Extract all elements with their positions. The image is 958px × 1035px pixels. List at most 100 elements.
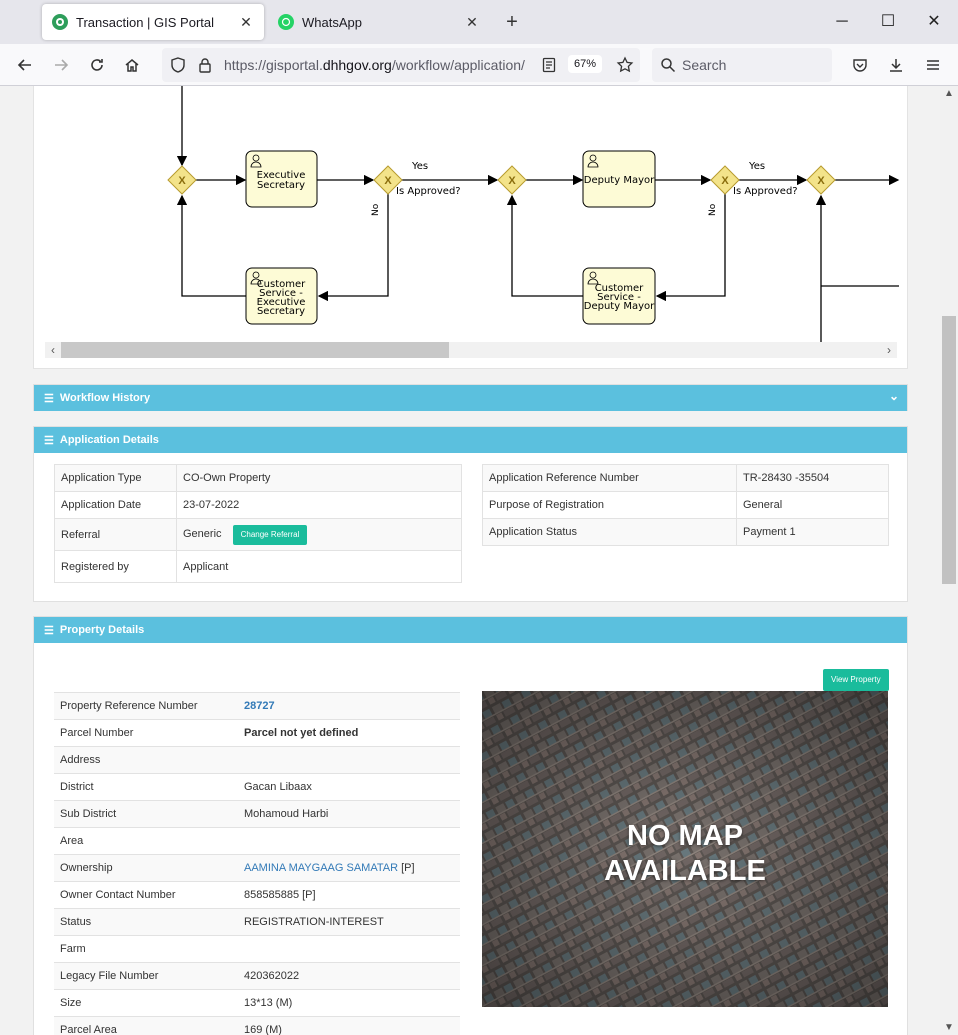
zoom-level-badge[interactable]: 67% xyxy=(568,55,603,73)
view-property-button[interactable]: View Property xyxy=(823,669,889,691)
scroll-up-icon[interactable]: ▲ xyxy=(940,88,958,99)
property-reference-link[interactable]: 28727 xyxy=(238,692,460,720)
scroll-down-icon[interactable]: ▼ xyxy=(940,1022,958,1033)
close-tab-icon[interactable]: ✕ xyxy=(464,14,480,31)
gateway-icon: X xyxy=(497,165,527,195)
property-details-header: ☰ Property Details xyxy=(34,617,907,643)
task-label: Deputy Mayor xyxy=(584,175,655,186)
field-value: 858585885 [P] xyxy=(238,881,460,909)
field-label: Parcel Number xyxy=(54,719,238,747)
minimize-window-icon[interactable]: ─ xyxy=(830,10,854,34)
panel-title: Property Details xyxy=(59,624,145,636)
field-label: Registered by xyxy=(54,550,177,583)
property-details-table: Property Reference Number 28727 Parcel Nu… xyxy=(54,692,460,1035)
lock-icon[interactable] xyxy=(198,57,212,78)
forward-arrow-icon[interactable] xyxy=(48,52,74,78)
close-tab-icon[interactable]: ✕ xyxy=(238,14,254,31)
table-row: Legacy File Number 420362022 xyxy=(54,962,460,990)
table-row: District Gacan Libaax xyxy=(54,773,460,801)
list-icon: ☰ xyxy=(44,624,54,637)
application-details-left-table: Application Type CO-Own Property Applica… xyxy=(54,464,462,583)
field-value: General xyxy=(736,491,889,519)
tracking-shield-icon[interactable] xyxy=(170,57,186,78)
svg-text:X: X xyxy=(178,175,186,187)
search-input[interactable]: Search xyxy=(652,48,832,82)
tab-whatsapp[interactable]: WhatsApp ✕ xyxy=(268,4,490,40)
owner-name-link[interactable]: AAMINA MAYGAAG SAMATAR xyxy=(244,862,398,874)
table-row: Farm xyxy=(54,935,460,963)
scroll-right-icon[interactable]: › xyxy=(881,342,897,358)
no-map-placeholder: NO MAP AVAILABLE xyxy=(482,691,888,1007)
scroll-left-icon[interactable]: ‹ xyxy=(45,342,61,358)
downloads-icon[interactable] xyxy=(883,52,909,78)
field-value: TR-28430 -35504 xyxy=(736,464,889,492)
page-vertical-scrollbar[interactable]: ▲ ▼ xyxy=(940,86,958,1035)
field-value: Applicant xyxy=(176,550,462,583)
tab-gis-portal[interactable]: Transaction | GIS Portal ✕ xyxy=(42,4,264,40)
reload-icon[interactable] xyxy=(84,52,110,78)
field-value: CO-Own Property xyxy=(176,464,462,492)
panel-title: Application Details xyxy=(59,434,159,446)
field-value: Generic xyxy=(183,527,222,540)
address-bar[interactable]: https://gisportal.dhhgov.org/workflow/ap… xyxy=(162,48,640,82)
list-icon: ☰ xyxy=(44,392,54,405)
field-value xyxy=(238,827,460,855)
scrollbar-thumb[interactable] xyxy=(61,342,449,358)
application-details-right-table: Application Reference Number TR-28430 -3… xyxy=(482,464,889,546)
field-label: Purpose of Registration xyxy=(482,491,737,519)
field-label: Status xyxy=(54,908,238,936)
diagram-horizontal-scrollbar[interactable]: ‹ › xyxy=(45,342,897,358)
edge-label-is-approved: Is Approved? xyxy=(733,186,798,197)
field-label: Size xyxy=(54,989,238,1017)
application-details-panel: ☰ Application Details Application Type C… xyxy=(33,426,908,602)
table-row: Application Date 23-07-2022 xyxy=(54,491,462,519)
field-value-cell: AAMINA MAYGAAG SAMATAR [P] xyxy=(238,854,460,882)
field-label: Farm xyxy=(54,935,238,963)
field-label: Application Date xyxy=(54,491,177,519)
panel-title: Workflow History xyxy=(59,392,151,404)
home-icon[interactable] xyxy=(119,52,145,78)
table-row: Status REGISTRATION-INTEREST xyxy=(54,908,460,936)
search-icon xyxy=(660,57,676,78)
reader-view-icon[interactable] xyxy=(542,57,556,78)
field-value xyxy=(238,746,460,774)
task-label: Secretary xyxy=(257,180,305,191)
table-row: Parcel Number Parcel not yet defined xyxy=(54,719,460,747)
no-map-text: NO MAP AVAILABLE xyxy=(482,819,888,889)
table-row: Address xyxy=(54,746,460,774)
workflow-history-header[interactable]: ☰ Workflow History ⌄ xyxy=(34,385,907,411)
table-row: Size 13*13 (M) xyxy=(54,989,460,1017)
search-placeholder: Search xyxy=(682,57,727,73)
field-value: Parcel not yet defined xyxy=(238,719,460,747)
table-row: Area xyxy=(54,827,460,855)
scrollbar-thumb[interactable] xyxy=(942,316,956,584)
chevron-down-icon[interactable]: ⌄ xyxy=(889,389,899,403)
hamburger-menu-icon[interactable] xyxy=(920,52,946,78)
no-map-line: AVAILABLE xyxy=(604,855,766,887)
no-map-line: NO MAP xyxy=(627,820,743,852)
field-label: Sub District xyxy=(54,800,238,828)
table-row: Referral Generic Change Referral xyxy=(54,518,462,551)
pocket-icon[interactable] xyxy=(847,52,873,78)
field-value: 420362022 xyxy=(238,962,460,990)
close-window-icon[interactable]: ✕ xyxy=(922,10,946,34)
svg-text:X: X xyxy=(817,175,825,187)
field-label: Parcel Area xyxy=(54,1016,238,1035)
table-row: Parcel Area 169 (M) xyxy=(54,1016,460,1035)
maximize-window-icon[interactable]: ☐ xyxy=(876,10,900,34)
back-arrow-icon[interactable] xyxy=(12,52,38,78)
field-label: Referral xyxy=(54,518,177,551)
workflow-diagram: X X X X X Executive Secretary Customer S… xyxy=(167,86,900,342)
field-value: Payment 1 xyxy=(736,518,889,546)
tab-title: WhatsApp xyxy=(302,14,362,30)
bookmark-star-icon[interactable] xyxy=(616,56,634,79)
change-referral-button[interactable]: Change Referral xyxy=(232,524,308,545)
field-value: Gacan Libaax xyxy=(238,773,460,801)
edge-label-yes: Yes xyxy=(411,161,428,172)
field-label: Owner Contact Number xyxy=(54,881,238,909)
edge-label-no: No xyxy=(708,203,718,216)
new-tab-plus-icon[interactable]: + xyxy=(502,10,522,34)
gateway-icon: X xyxy=(806,165,836,195)
whatsapp-favicon-icon xyxy=(278,14,294,30)
table-row: Application Status Payment 1 xyxy=(482,518,889,546)
